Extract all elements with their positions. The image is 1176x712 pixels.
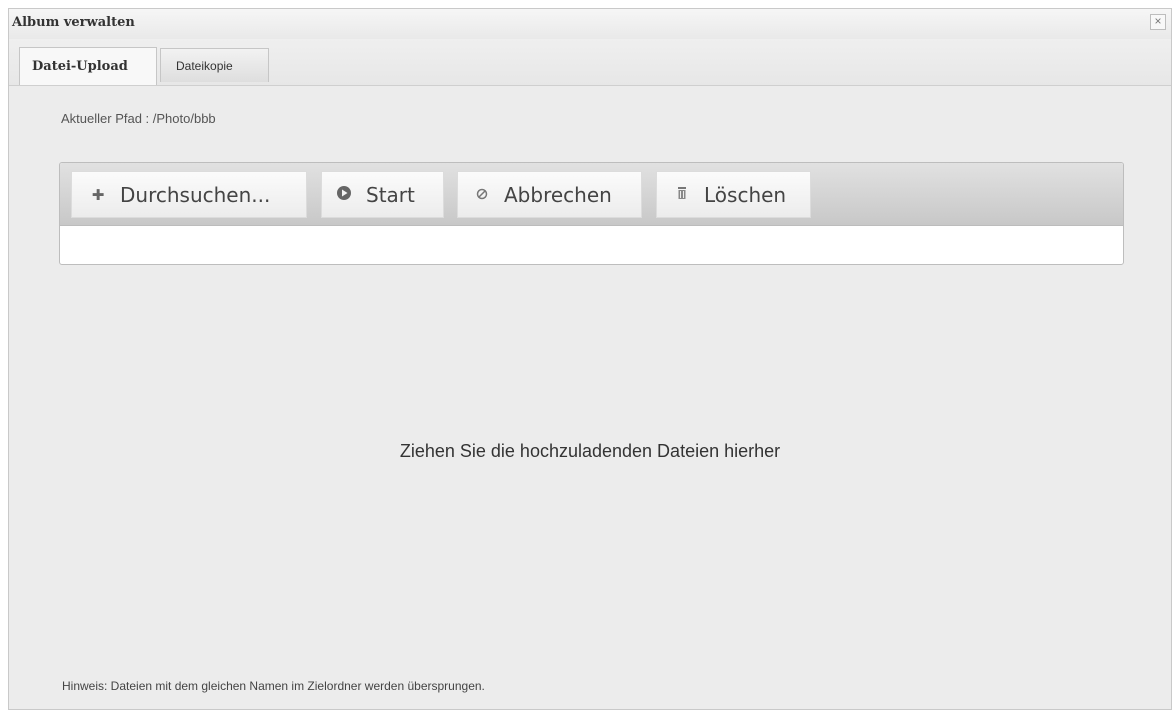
dialog-titlebar: Album verwalten ×: [9, 9, 1171, 39]
browse-button[interactable]: ✚ Durchsuchen...: [71, 171, 307, 218]
current-path: Aktueller Pfad : /Photo/bbb: [61, 111, 216, 126]
upload-panel: ✚ Durchsuchen... Start Abbrechen Löschen: [59, 162, 1124, 265]
ban-icon: [472, 186, 492, 204]
trash-icon: [672, 186, 692, 204]
plus-icon: ✚: [91, 185, 105, 204]
cancel-button-label: Abbrechen: [504, 182, 612, 207]
close-icon[interactable]: ×: [1150, 14, 1166, 30]
browse-button-label: Durchsuchen...: [120, 182, 271, 207]
tab-bar: Datei-Upload Dateikopie: [9, 39, 1171, 86]
drop-zone-text: Ziehen Sie die hochzuladenden Dateien hi…: [399, 441, 781, 461]
album-dialog: Album verwalten × Datei-Upload Dateikopi…: [8, 8, 1172, 710]
tab-dateikopie[interactable]: Dateikopie: [160, 48, 269, 82]
play-circle-icon: [334, 185, 354, 205]
start-button-label: Start: [366, 182, 415, 207]
upload-toolbar: ✚ Durchsuchen... Start Abbrechen Löschen: [60, 163, 1123, 226]
delete-button[interactable]: Löschen: [656, 171, 811, 218]
drop-zone[interactable]: Ziehen Sie die hochzuladenden Dateien hi…: [9, 279, 1171, 659]
dialog-title: Album verwalten: [12, 15, 135, 30]
cancel-button[interactable]: Abbrechen: [457, 171, 642, 218]
tab-datei-upload[interactable]: Datei-Upload: [19, 47, 157, 85]
hint-text: Hinweis: Dateien mit dem gleichen Namen …: [62, 679, 485, 693]
start-button[interactable]: Start: [321, 171, 444, 218]
delete-button-label: Löschen: [704, 182, 787, 207]
